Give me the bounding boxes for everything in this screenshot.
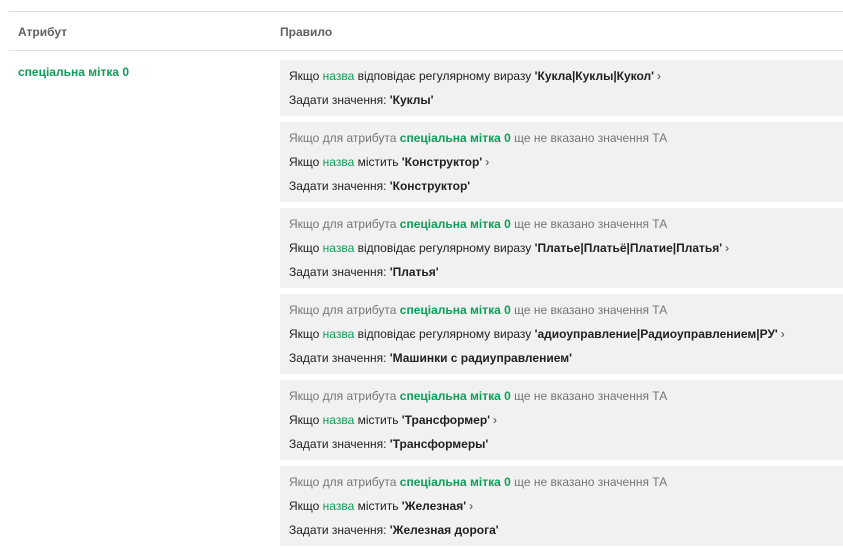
condition-pattern: 'адиоуправление|Радиоуправлением|РУ' [534,327,778,341]
condition-operator: відповідає регулярному виразу [354,241,535,255]
condition-field: назва [322,241,355,255]
rule-condition[interactable]: Якщо назва відповідає регулярному виразу… [289,322,834,346]
condition-pattern: 'Платье|Платьё|Платие|Платья' [534,241,723,255]
condition-field: назва [322,327,355,341]
chevron-right-icon[interactable]: › [485,155,489,169]
rule-condition[interactable]: Якщо назва містить 'Трансформер' › [289,408,834,432]
precondition-text: Якщо для атрибута [289,475,400,489]
rule-item[interactable]: Якщо для атрибута спеціальна мітка 0 ще … [280,208,843,288]
chevron-right-icon[interactable]: › [781,327,785,341]
chevron-right-icon[interactable]: › [493,413,497,427]
rule-condition[interactable]: Якщо назва відповідає регулярному виразу… [289,236,834,260]
rule-action: Задати значення: 'Платья' [289,260,834,284]
action-value: 'Платья' [389,265,439,279]
condition-operator: містить [354,155,402,169]
action-value: 'Трансформеры' [389,437,489,451]
condition-pattern: 'Трансформер' [401,413,491,427]
rule-action: Задати значення: 'Железная дорога' [289,518,834,542]
rule-precondition: Якщо для атрибута спеціальна мітка 0 ще … [289,212,834,236]
condition-if: Якщо [289,241,323,255]
condition-if: Якщо [289,327,323,341]
precondition-text: Якщо для атрибута [289,389,400,403]
rule-precondition: Якщо для атрибута спеціальна мітка 0 ще … [289,298,834,322]
precondition-attribute: спеціальна мітка 0 [399,217,511,231]
precondition-attribute: спеціальна мітка 0 [399,389,511,403]
column-header-rule: Правило [280,25,333,39]
rule-item[interactable]: Якщо для атрибута спеціальна мітка 0 ще … [280,122,843,202]
action-label: Задати значення: [289,437,390,451]
action-label: Задати значення: [289,523,390,537]
rule-precondition: Якщо для атрибута спеціальна мітка 0 ще … [289,126,834,150]
precondition-text: Якщо для атрибута [289,303,400,317]
rule-action: Задати значення: 'Трансформеры' [289,432,834,456]
rule-condition[interactable]: Якщо назва містить 'Конструктор' › [289,150,834,174]
rule-item[interactable]: Якщо для атрибута спеціальна мітка 0 ще … [280,466,843,546]
precondition-text: Якщо для атрибута [289,131,400,145]
precondition-attribute: спеціальна мітка 0 [399,303,511,317]
action-value: 'Конструктор' [389,179,471,193]
column-header-attribute: Атрибут [18,25,68,39]
action-value: 'Железная дорога' [389,523,499,537]
condition-if: Якщо [289,413,323,427]
condition-field: назва [322,69,355,83]
rule-precondition: Якщо для атрибута спеціальна мітка 0 ще … [289,470,834,494]
action-label: Задати значення: [289,93,390,107]
chevron-right-icon[interactable]: › [657,69,661,83]
condition-operator: містить [354,413,402,427]
condition-field: назва [322,413,355,427]
rule-item[interactable]: Якщо для атрибута спеціальна мітка 0 ще … [280,294,843,374]
rule-precondition: Якщо для атрибута спеціальна мітка 0 ще … [289,384,834,408]
action-label: Задати значення: [289,179,390,193]
condition-if: Якщо [289,155,323,169]
condition-operator: відповідає регулярному виразу [354,69,535,83]
attribute-name: спеціальна мітка 0 [18,65,130,79]
rule-action: Задати значення: 'Куклы' [289,88,834,112]
rule-condition[interactable]: Якщо назва містить 'Железная' › [289,494,834,518]
condition-pattern: 'Конструктор' [401,155,483,169]
rule-action: Задати значення: 'Конструктор' [289,174,834,198]
action-value: 'Куклы' [389,93,434,107]
precondition-suffix: ще не вказано значення ТА [510,303,668,317]
rules-list: Якщо назва відповідає регулярному виразу… [280,60,843,552]
precondition-attribute: спеціальна мітка 0 [399,131,511,145]
precondition-attribute: спеціальна мітка 0 [399,475,511,489]
action-value: 'Машинки с радиуправлением' [389,351,572,365]
precondition-suffix: ще не вказано значення ТА [510,389,668,403]
condition-pattern: 'Кукла|Куклы|Кукол' [534,69,655,83]
rule-item[interactable]: Якщо назва відповідає регулярному виразу… [280,60,843,116]
table-header: Атрибут Правило [9,11,843,51]
rule-condition[interactable]: Якщо назва відповідає регулярному виразу… [289,64,834,88]
precondition-suffix: ще не вказано значення ТА [510,475,668,489]
precondition-text: Якщо для атрибута [289,217,400,231]
condition-operator: відповідає регулярному виразу [354,327,535,341]
action-label: Задати значення: [289,351,390,365]
precondition-suffix: ще не вказано значення ТА [510,131,668,145]
condition-if: Якщо [289,69,323,83]
rule-item[interactable]: Якщо для атрибута спеціальна мітка 0 ще … [280,380,843,460]
action-label: Задати значення: [289,265,390,279]
precondition-suffix: ще не вказано значення ТА [510,217,668,231]
rule-action: Задати значення: 'Машинки с радиуправлен… [289,346,834,370]
condition-field: назва [322,155,355,169]
chevron-right-icon[interactable]: › [725,241,729,255]
